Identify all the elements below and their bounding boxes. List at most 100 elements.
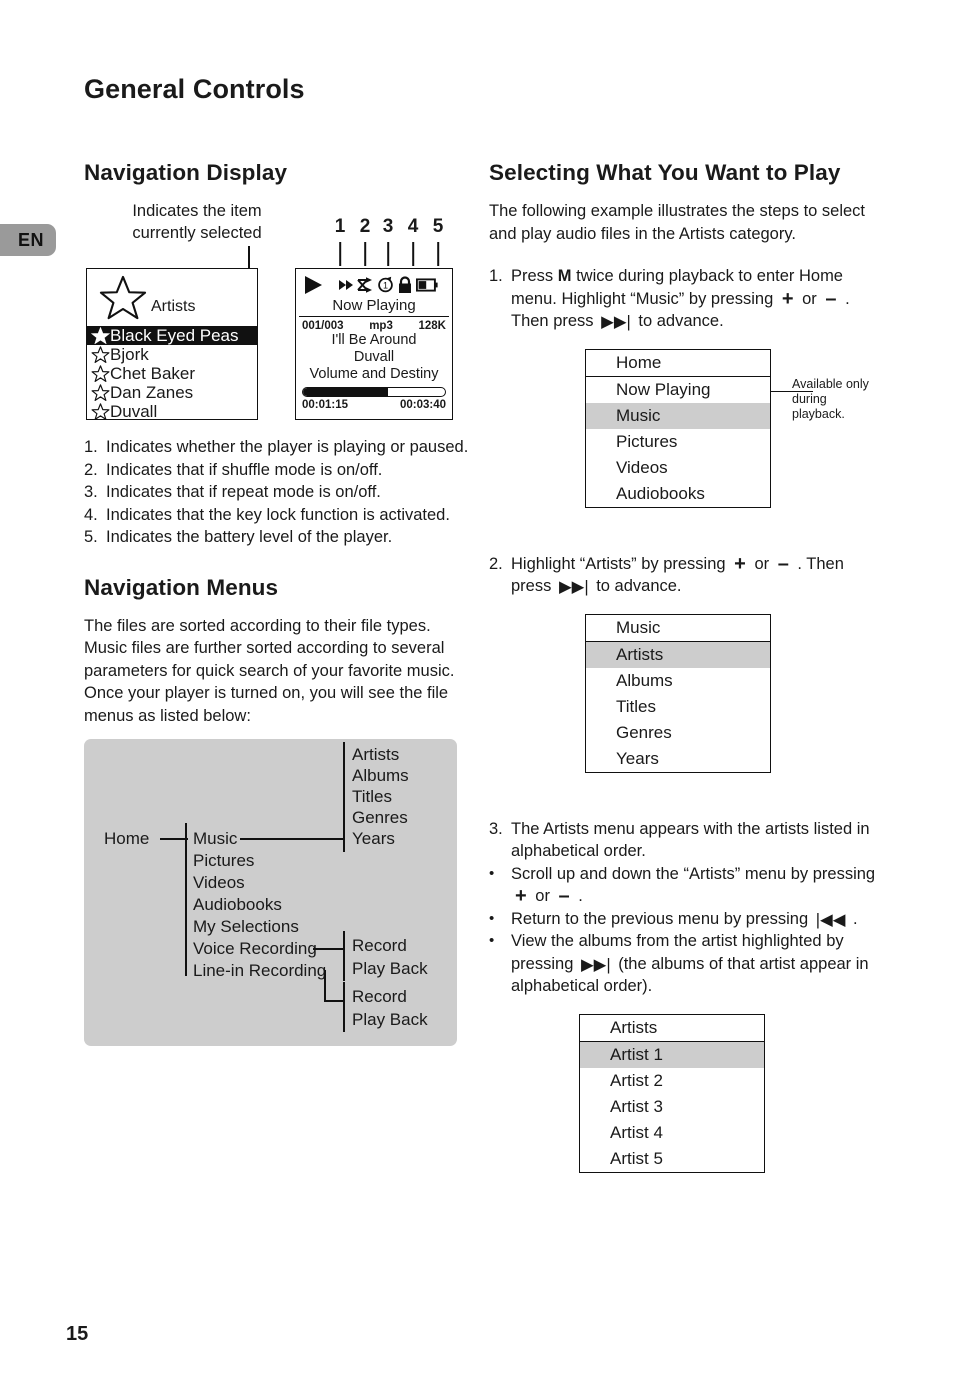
step-1-number: 1.	[489, 267, 503, 285]
tick-line-1	[339, 242, 341, 266]
next-track-icon: ▶▶|	[580, 955, 611, 974]
artist-row[interactable]: Duvall	[87, 402, 257, 419]
music-menu-header: Music	[586, 615, 770, 642]
track-song-title: I'll Be Around	[331, 332, 417, 348]
star-outline-icon	[91, 346, 110, 363]
tree-node-voice-play-back: Play Back	[352, 959, 428, 978]
selecting-intro-text: The following example illustrates the st…	[489, 202, 866, 243]
bullet-return-text-a: Return to the previous menu by pressing	[511, 909, 813, 928]
page-number: 15	[66, 1323, 89, 1345]
bullet-return: • Return to the previous menu by pressin…	[489, 908, 879, 931]
artists-screen-rows: Black Eyed Peas Bjork Chet Baker Dan Zan…	[87, 326, 257, 419]
step-2-text-a: Highlight “Artists” by pressing	[511, 554, 731, 573]
artist-row-label: Bjork	[110, 344, 149, 364]
home-menu-item-videos[interactable]: Videos	[586, 455, 770, 481]
home-menu-screen: Home Now Playing Music Pictures Videos A…	[585, 348, 771, 508]
tree-node-my-selections: My Selections	[193, 917, 299, 936]
star-outline-icon	[91, 403, 110, 419]
status-bar: 1	[296, 269, 452, 297]
navigation-display-heading: Navigation Display	[84, 160, 288, 185]
step-1-or: or	[797, 289, 822, 308]
artists-menu-screen: Artists Artist 1 Artist 2 Artist 3 Artis…	[579, 1013, 765, 1173]
home-menu-header: Home	[586, 350, 770, 377]
menu-tree-diagram: Home Music Pictures Videos Audiobooks My…	[84, 739, 457, 1046]
language-badge: EN	[0, 224, 56, 256]
progress-bar-fill	[303, 388, 389, 396]
tree-node-videos: Videos	[193, 873, 245, 892]
step-1: 1. Press M twice during playback to ente…	[489, 265, 879, 333]
music-menu-item-genres[interactable]: Genres	[586, 720, 770, 746]
tree-node-voice-recording: Voice Recording	[193, 939, 317, 958]
home-menu-item-audiobooks[interactable]: Audiobooks	[586, 481, 770, 507]
progress-bar-wrapper[interactable]	[296, 383, 452, 397]
legend-item: 1. Indicates whether the player is playin…	[84, 436, 474, 459]
home-menu-item-music[interactable]: Music	[586, 402, 770, 429]
selecting-what-to-play-heading: Selecting What You Want to Play	[489, 160, 841, 185]
bullet-marker: •	[489, 909, 495, 927]
bullet-marker: •	[489, 932, 495, 949]
star-outline-icon	[91, 384, 110, 401]
music-menu-item-albums[interactable]: Albums	[586, 668, 770, 694]
artist-row-label: Dan Zanes	[110, 382, 194, 402]
tree-node-artists: Artists	[352, 745, 400, 764]
progress-bar-track[interactable]	[302, 387, 446, 397]
minus-button-icon: –	[558, 885, 570, 907]
selected-item-callout: Indicates the item currently selected	[132, 202, 262, 242]
artists-menu-item-3[interactable]: Artist 3	[580, 1094, 764, 1120]
tree-spine-linein-children	[343, 982, 345, 1032]
tree-spine-level1	[185, 823, 187, 976]
artist-row[interactable]: Bjork	[87, 345, 257, 364]
music-menu-item-years[interactable]: Years	[586, 746, 770, 772]
play-icon	[305, 275, 322, 294]
artists-menu-item-5[interactable]: Artist 5	[580, 1146, 764, 1172]
plus-button-icon: +	[781, 287, 794, 310]
tree-connector-home	[160, 838, 188, 840]
home-menu-item-pictures[interactable]: Pictures	[586, 429, 770, 455]
elapsed-time: 00:01:15	[302, 399, 349, 411]
music-menu-item-artists[interactable]: Artists	[586, 641, 770, 668]
step-3-bullets: • Scroll up and down the “Artists” menu …	[489, 863, 879, 998]
step-3-list: 3. The Artists menu appears with the art…	[489, 818, 879, 863]
tree-connector-voice-recording	[313, 948, 344, 950]
bullet-view-albums: • View the albums from the artist highli…	[489, 930, 879, 998]
tree-connector-linein-horizontal	[324, 1000, 345, 1002]
music-menu-item-titles[interactable]: Titles	[586, 694, 770, 720]
now-playing-screen: 1 Now Playing 001/003 mp3 128K I'll Be A…	[295, 268, 453, 420]
fast-forward-icon	[339, 279, 353, 290]
track-times: 00:01:15 00:03:40	[296, 397, 452, 411]
shuffle-icon	[357, 276, 372, 293]
artist-row-label: Black Eyed Peas	[110, 325, 239, 345]
previous-track-icon: |◀◀	[815, 910, 846, 929]
minus-button-icon: –	[825, 287, 837, 310]
legend-item: 5. Indicates the battery level of the pla…	[84, 526, 474, 549]
next-track-icon: ▶▶|	[558, 578, 589, 596]
star-outline-icon	[99, 275, 147, 320]
step-2: 2. Highlight “Artists” by pressing + or …	[489, 553, 879, 598]
legend-marker: 5.	[84, 528, 98, 546]
artists-menu-item-2[interactable]: Artist 2	[580, 1068, 764, 1094]
home-menu-item-now-playing[interactable]: Now Playing	[586, 377, 770, 403]
artist-row-selected[interactable]: Black Eyed Peas	[87, 326, 257, 345]
artist-row[interactable]: Dan Zanes	[87, 383, 257, 402]
track-album: Volume and Destiny	[309, 366, 439, 382]
legend-marker: 2.	[84, 460, 98, 479]
bullet-scroll-text-b: .	[573, 887, 583, 905]
tree-spine-voice-children	[343, 931, 345, 981]
artists-menu-figure: Artists Artist 1 Artist 2 Artist 3 Artis…	[489, 1013, 879, 1204]
status-icon-legend-list: 1. Indicates whether the player is playin…	[84, 436, 474, 549]
tick-line-4	[412, 242, 414, 266]
tick-number-3: 3	[382, 216, 394, 237]
artists-menu-item-1[interactable]: Artist 1	[580, 1041, 764, 1068]
artists-menu-header: Artists	[580, 1015, 764, 1042]
navigation-menus-heading: Navigation Menus	[84, 574, 279, 600]
artist-row[interactable]: Chet Baker	[87, 364, 257, 383]
legend-item: 2. Indicates that if shuffle mode is on/o…	[84, 459, 474, 482]
home-menu-figure: Home Now Playing Music Pictures Videos A…	[489, 348, 879, 539]
step-2-number: 2.	[489, 554, 503, 573]
tree-node-voice-record: Record	[352, 936, 407, 955]
legend-marker: 3.	[84, 483, 98, 501]
step-3-number: 3.	[489, 819, 503, 838]
plus-button-icon: +	[734, 552, 746, 575]
artists-menu-item-4[interactable]: Artist 4	[580, 1120, 764, 1146]
step-1-text-a: Press	[511, 267, 558, 285]
